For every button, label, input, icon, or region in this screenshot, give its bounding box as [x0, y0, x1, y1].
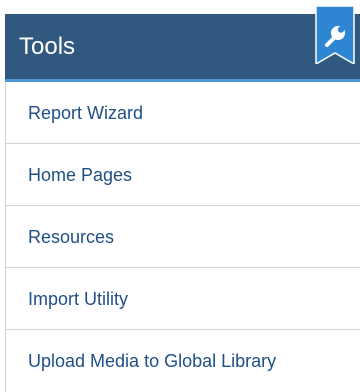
import-utility-link[interactable]: Import Utility	[28, 288, 128, 310]
resources-link[interactable]: Resources	[28, 226, 114, 248]
list-item-resources[interactable]: Resources	[6, 206, 360, 268]
tools-panel-header: Tools	[5, 14, 360, 82]
panel-title: Tools	[19, 33, 76, 60]
list-item-home-pages[interactable]: Home Pages	[6, 144, 360, 206]
tools-panel: Tools Report Wizard Home Pages Resources…	[0, 0, 360, 392]
list-item-report-wizard[interactable]: Report Wizard	[6, 82, 360, 144]
list-item-upload-media[interactable]: Upload Media to Global Library	[6, 330, 360, 392]
upload-media-link[interactable]: Upload Media to Global Library	[28, 350, 276, 372]
wrench-icon	[315, 6, 355, 64]
wrench-tab-button[interactable]	[315, 6, 355, 64]
tools-link-list: Report Wizard Home Pages Resources Impor…	[5, 82, 360, 392]
report-wizard-link[interactable]: Report Wizard	[28, 102, 143, 124]
home-pages-link[interactable]: Home Pages	[28, 164, 132, 186]
list-item-import-utility[interactable]: Import Utility	[6, 268, 360, 330]
